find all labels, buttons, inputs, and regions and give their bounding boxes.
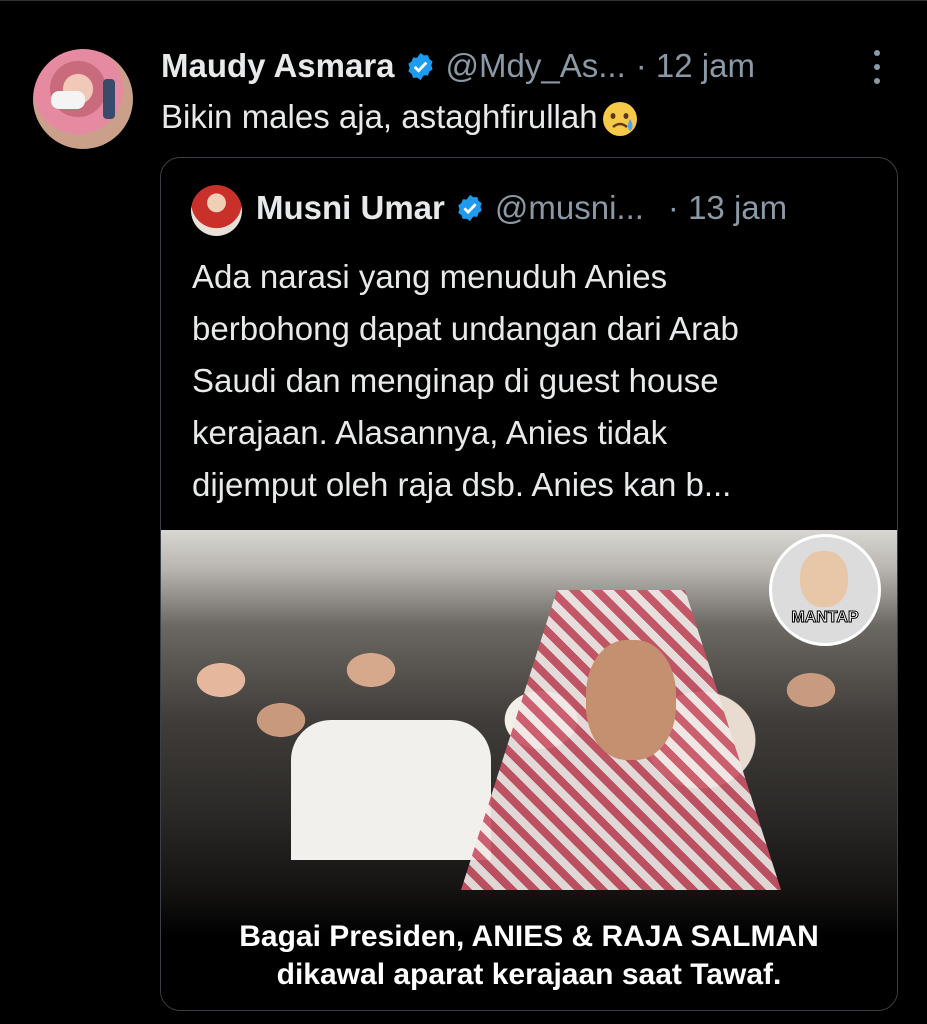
face xyxy=(586,640,676,760)
crying-face-emoji-icon xyxy=(602,102,637,137)
quoted-text-line: Saudi dan menginap di guest house xyxy=(192,362,719,399)
quoted-avatar[interactable] xyxy=(191,185,242,236)
quoted-text-line: dijemput oleh raja dsb. Anies kan b... xyxy=(192,466,732,503)
tweet-text-content: Bikin males aja, astaghfirullah xyxy=(161,98,598,135)
quoted-text-line: kerajaan. Alasannya, Anies tidak xyxy=(192,414,668,451)
media-caption: Bagai Presiden, ANIES & RAJA SALMAN dika… xyxy=(161,918,897,994)
caption-line: dikawal aparat kerajaan saat Tawaf. xyxy=(276,958,782,991)
quoted-text: Ada narasi yang menuduh Anies berbohong … xyxy=(192,251,892,511)
avatar[interactable] xyxy=(33,49,133,149)
top-divider xyxy=(0,0,927,1)
ihram-figure xyxy=(291,720,491,860)
avatar-mask xyxy=(51,91,85,109)
quoted-header: Musni Umar @musni... · 13 jam xyxy=(256,189,787,227)
mantap-badge: MANTAP xyxy=(769,534,881,646)
tweet-header: Maudy Asmara @Mdy_As... · 12 jam xyxy=(161,46,755,86)
tweet-text: Bikin males aja, astaghfirullah xyxy=(161,98,640,139)
avatar-figure xyxy=(103,79,115,119)
verified-badge-icon xyxy=(407,52,433,80)
more-options-icon[interactable] xyxy=(866,50,888,84)
quoted-text-line: berbohong dapat undangan dari Arab xyxy=(192,310,739,347)
quoted-tweet[interactable]: Musni Umar @musni... · 13 jam Ada narasi… xyxy=(160,157,898,1011)
quoted-text-line: Ada narasi yang menuduh Anies xyxy=(192,258,668,295)
author-name[interactable]: Maudy Asmara xyxy=(161,47,395,85)
author-handle[interactable]: @Mdy_As... xyxy=(446,47,626,85)
caption-line: Bagai Presiden, ANIES & RAJA SALMAN xyxy=(239,920,819,953)
badge-portrait xyxy=(800,551,848,607)
quoted-media-image[interactable]: MANTAP Bagai Presiden, ANIES & RAJA SALM… xyxy=(161,530,897,1010)
quoted-author-handle[interactable]: @musni... xyxy=(495,189,644,227)
badge-label: MANTAP xyxy=(791,609,859,627)
tweet-time[interactable]: · 12 jam xyxy=(636,47,755,85)
verified-badge-icon xyxy=(458,194,482,222)
quoted-author-name[interactable]: Musni Umar xyxy=(256,189,445,227)
quoted-time[interactable]: · 13 jam xyxy=(668,189,787,227)
